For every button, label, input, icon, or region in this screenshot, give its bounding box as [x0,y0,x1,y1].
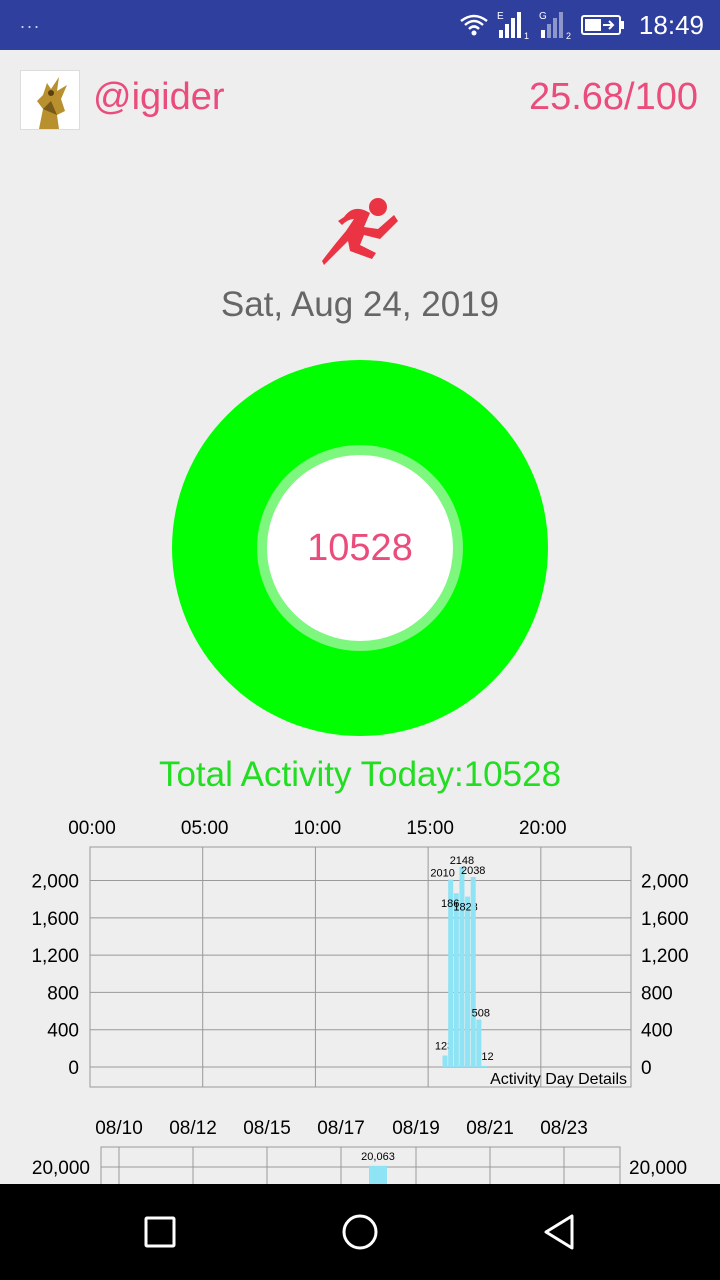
recents-button[interactable] [130,1204,190,1260]
x-tick-label: 08/10 [95,1118,143,1139]
x-tick-label: 08/21 [466,1118,514,1139]
y-tick-label-left: 2,000 [31,872,79,893]
home-circle-icon [342,1214,378,1250]
bar [465,896,471,1067]
y-tick-label-left: 0 [68,1058,79,1079]
x-tick-label: 08/17 [317,1118,365,1139]
bar [459,866,465,1067]
y-tick-label-right: 20,000 [629,1158,687,1179]
bar-value-label: 2038 [461,865,485,877]
x-tick-label: 05:00 [181,818,229,839]
bar [481,1065,487,1067]
home-button[interactable] [330,1204,390,1260]
x-tick-label: 08/15 [243,1118,291,1139]
bar-value-label: 12 [481,1051,493,1063]
x-tick-label: 08/19 [392,1118,440,1139]
y-tick-label-right: 800 [641,983,673,1004]
y-tick-label-left: 20,000 [32,1158,90,1179]
y-tick-label-right: 0 [641,1058,652,1079]
chart-frame [89,846,632,1088]
x-tick-label: 08/12 [169,1118,217,1139]
x-tick-label: 08/23 [540,1118,588,1139]
x-tick-label: 15:00 [406,818,454,839]
x-tick-label: 20:00 [519,818,567,839]
y-tick-label-right: 400 [641,1021,673,1042]
bar [442,1055,448,1067]
day-activity-chart[interactable]: 00:00 05:00 10:00 15:00 20:00 2,000 2,000 1,600… [31,818,688,1088]
back-button[interactable] [530,1204,590,1260]
bar-value-label: 508 [472,1008,490,1020]
recents-square-icon [144,1216,176,1248]
y-tick-label-left: 800 [47,983,79,1004]
y-tick-label-right: 2,000 [641,872,689,893]
system-nav-bar [0,1184,720,1280]
bar [453,893,459,1067]
bar-value-label: 20,063 [361,1151,395,1163]
y-tick-label-left: 1,200 [31,946,79,967]
y-tick-label-left: 1,600 [31,909,79,930]
chart-description: Activity Day Details [490,1071,627,1088]
y-tick-label-right: 1,200 [641,946,689,967]
y-tick-label-left: 400 [47,1021,79,1042]
bar-value-label: 2010 [430,868,454,880]
bar [470,877,476,1067]
history-activity-chart[interactable]: 08/10 08/12 08/15 08/17 08/19 08/21 08/23 20,00… [32,1118,687,1184]
bar [369,1165,387,1184]
x-tick-label: 10:00 [294,818,342,839]
charts-container: 00:00 05:00 10:00 15:00 20:00 2,000 2,000 1,600… [31,818,689,1184]
y-tick-label-right: 1,600 [641,909,689,930]
back-triangle-icon [544,1214,574,1250]
x-tick-label: 00:00 [68,818,116,839]
